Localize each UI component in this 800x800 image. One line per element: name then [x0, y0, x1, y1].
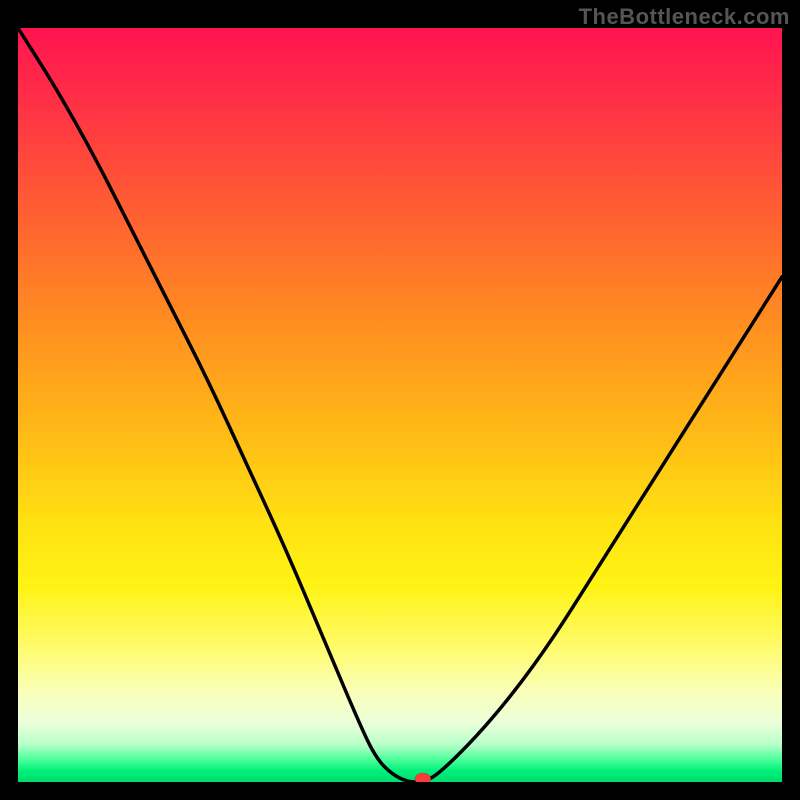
chart-stage: TheBottleneck.com — [0, 0, 800, 800]
bottleneck-curve — [18, 28, 782, 782]
watermark-text: TheBottleneck.com — [579, 4, 790, 30]
minimum-marker-icon — [415, 773, 431, 782]
plot-area — [18, 28, 782, 782]
curve-layer — [18, 28, 782, 782]
